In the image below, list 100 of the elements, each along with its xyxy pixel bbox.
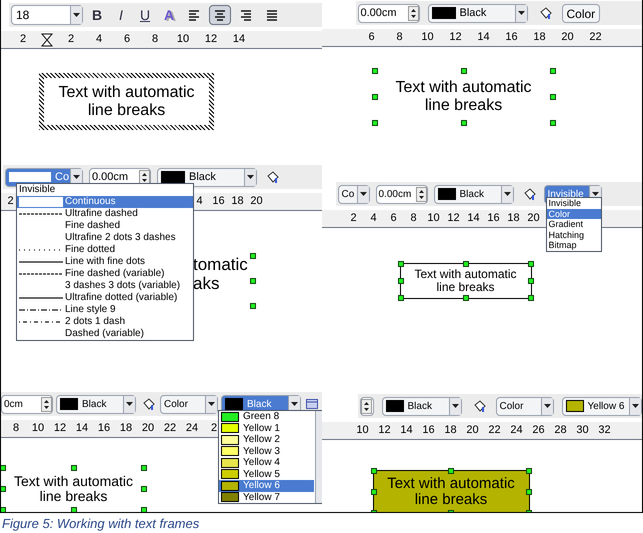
dropdown-item[interactable]: Yellow 4 — [219, 457, 314, 468]
dropdown-item[interactable]: Yellow 2 — [219, 434, 314, 446]
resize-handle[interactable] — [141, 465, 147, 471]
resize-handle[interactable] — [141, 507, 147, 512]
caret-icon — [126, 402, 133, 406]
resize-handle[interactable] — [250, 278, 256, 284]
format-button[interactable]: B — [87, 5, 107, 25]
scrollbar[interactable] — [315, 411, 322, 503]
resize-handle[interactable] — [1, 465, 6, 471]
ruler-number: 8 — [12, 421, 20, 436]
spin-field[interactable]: 0cm — [1, 394, 53, 414]
dropdown-item[interactable]: Hatching — [546, 230, 600, 240]
resize-handle[interactable] — [462, 295, 468, 301]
ruler-number: 12 — [52, 421, 68, 436]
swatch-dropdown[interactable]: Black — [157, 168, 257, 186]
spin-field[interactable] — [360, 396, 374, 416]
text-frame[interactable]: Text with automatic line breaks — [3, 468, 144, 510]
dropdown-item[interactable]: Yellow 1 — [219, 422, 314, 434]
dropdown-item[interactable]: Yellow 6 — [219, 480, 314, 492]
text-frame[interactable]: Text with automatic line breaks — [400, 263, 532, 299]
area-button[interactable]: Color — [562, 4, 600, 22]
resize-handle[interactable] — [398, 261, 404, 267]
ruler-number: 14 — [476, 30, 491, 46]
resize-handle[interactable] — [370, 489, 376, 495]
dropdown-item[interactable]: Line style 9 — [17, 304, 193, 316]
ruler-number: 6 — [122, 32, 132, 48]
dropdown-item[interactable]: Dashed (variable) — [17, 328, 193, 340]
dropdown-item[interactable]: Green 8 — [219, 411, 314, 422]
resize-handle[interactable] — [550, 68, 556, 74]
dropdown-item[interactable]: Line with fine dots — [17, 256, 193, 268]
text-frame[interactable]: Text with automatic line breaks — [372, 470, 530, 512]
swatch-dropdown[interactable]: Black — [434, 184, 514, 204]
format-button[interactable]: I — [111, 5, 131, 25]
resize-handle[interactable] — [526, 489, 532, 495]
swatch-dropdown[interactable]: Yellow 6 — [562, 396, 642, 416]
ruler-number: 22 — [588, 30, 603, 46]
ruler-number: 16 — [421, 423, 436, 438]
resize-handle[interactable] — [528, 295, 534, 301]
dropdown-item[interactable]: Yellow 3 — [219, 446, 314, 457]
format-button[interactable]: A — [159, 5, 179, 25]
dropdown-item[interactable]: Ultrafine dashed — [17, 208, 193, 220]
align-button[interactable] — [209, 5, 231, 25]
format-button[interactable]: U — [135, 5, 155, 25]
text-lines-icon — [212, 7, 228, 23]
resize-handle[interactable] — [528, 261, 534, 267]
font-size-combo[interactable]: 18 — [11, 5, 83, 25]
resize-handle[interactable] — [460, 120, 466, 126]
dropdown-item[interactable]: Invisible — [17, 184, 193, 196]
dropdown-item[interactable]: 3 dashes 3 dots (variable) — [17, 280, 193, 292]
resize-handle[interactable] — [370, 468, 376, 474]
text-frame[interactable]: Text with automatic line breaks — [374, 71, 552, 123]
resize-handle[interactable] — [448, 468, 454, 474]
dropdown-item[interactable]: Ultrafine 2 dots 3 dashes — [17, 232, 193, 244]
ruler-number: 16 — [211, 194, 226, 210]
resize-handle[interactable] — [550, 120, 556, 126]
dropdown-item[interactable]: Fine dashed (variable) — [17, 268, 193, 280]
resize-handle[interactable] — [372, 94, 378, 100]
dropdown-item[interactable]: Yellow 5 — [219, 468, 314, 480]
area-style-dropdown[interactable]: Color — [496, 396, 554, 416]
resize-handle[interactable] — [1, 486, 6, 492]
ruler-number: 8 — [150, 32, 160, 48]
resize-handle[interactable] — [460, 68, 466, 74]
dropdown-item[interactable]: Yellow 7 — [219, 492, 314, 503]
dropdown-item[interactable]: 2 dots 1 dash — [17, 316, 193, 328]
ruler-number: 32 — [597, 423, 612, 438]
ruler-number: 4 — [369, 211, 378, 226]
frame-text: Text with automatic line breaks — [394, 79, 533, 115]
resize-handle[interactable] — [70, 465, 76, 471]
caret-icon — [544, 404, 550, 408]
ruler-number: 10 — [355, 423, 370, 438]
resize-handle[interactable] — [372, 68, 378, 74]
spin-field[interactable]: 0.00cm — [376, 184, 428, 204]
swatch-dropdown[interactable]: Black — [382, 396, 462, 416]
resize-handle[interactable] — [250, 253, 256, 259]
swatch-dropdown[interactable]: Black — [428, 4, 528, 22]
resize-handle[interactable] — [398, 278, 404, 284]
spin-field[interactable]: 0.00cm — [358, 4, 420, 22]
line-style-dropdown[interactable]: Co — [338, 184, 370, 204]
swatch-dropdown[interactable]: Black — [56, 394, 136, 414]
ruler-number: 12 — [448, 30, 463, 46]
resize-handle[interactable] — [462, 261, 468, 267]
resize-handle[interactable] — [528, 278, 534, 284]
resize-handle[interactable] — [250, 303, 256, 309]
spinner-icon — [360, 398, 372, 414]
dropdown-item[interactable]: Continuous — [17, 196, 193, 208]
dropdown-item[interactable]: Ultrafine dotted (variable) — [17, 292, 193, 304]
resize-handle[interactable] — [70, 507, 76, 512]
dropdown-item[interactable]: Bitmap — [546, 240, 600, 250]
resize-handle[interactable] — [550, 94, 556, 100]
dropdown-item[interactable]: Fine dashed — [17, 220, 193, 232]
text-frame[interactable]: Text with automatic line breaks — [39, 73, 214, 130]
paint-bucket-icon — [472, 399, 486, 413]
resize-handle[interactable] — [372, 120, 378, 126]
dropdown-item[interactable]: Fine dotted — [17, 244, 193, 256]
window-icon — [306, 399, 318, 409]
ruler-number: 2 — [66, 32, 76, 48]
resize-handle[interactable] — [141, 486, 147, 492]
resize-handle[interactable] — [526, 468, 532, 474]
area-style-dropdown[interactable]: Color — [160, 394, 218, 414]
resize-handle[interactable] — [398, 295, 404, 301]
